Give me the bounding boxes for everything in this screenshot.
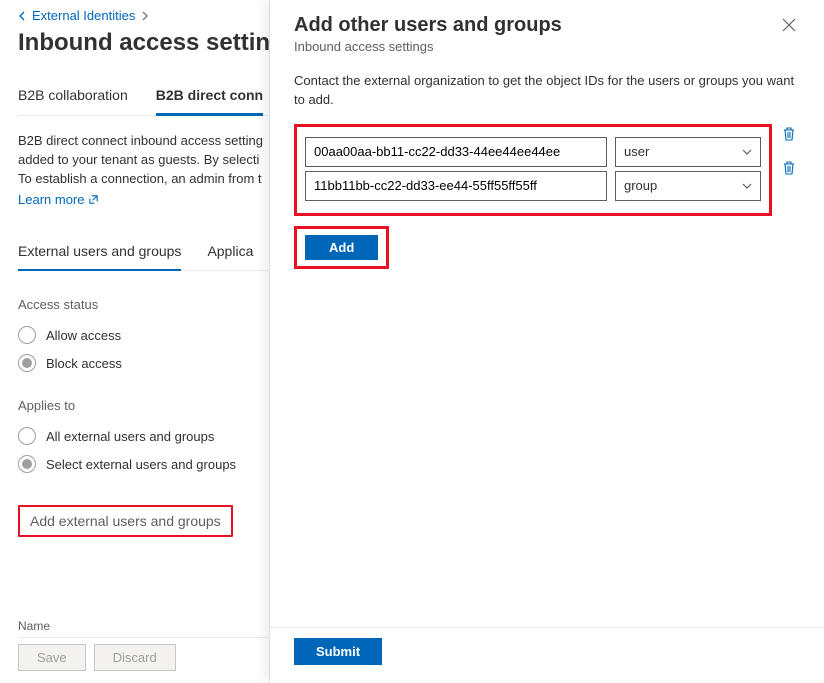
save-button[interactable]: Save [18, 644, 86, 671]
panel-footer: Submit [270, 627, 824, 683]
tab-b2b-direct-connect[interactable]: B2B direct conn [156, 79, 263, 116]
chevron-down-icon [742, 149, 752, 155]
radio-label: Allow access [46, 328, 121, 343]
radio-icon [18, 326, 36, 344]
panel-title: Add other users and groups [294, 14, 562, 37]
radio-icon [18, 354, 36, 372]
trash-icon [782, 160, 796, 176]
entry-row: group [305, 171, 761, 201]
type-select[interactable]: user [615, 137, 761, 167]
select-value: group [624, 178, 657, 193]
delete-row-button[interactable] [778, 122, 800, 146]
trash-icon [782, 126, 796, 142]
submit-button[interactable]: Submit [294, 638, 382, 665]
learn-more-label: Learn more [18, 191, 84, 210]
close-icon [782, 18, 796, 32]
close-button[interactable] [778, 14, 800, 36]
add-external-users-groups-link[interactable]: Add external users and groups [18, 505, 233, 537]
object-id-input[interactable] [305, 137, 607, 167]
chevron-down-icon [742, 183, 752, 189]
breadcrumb-parent-link[interactable]: External Identities [32, 8, 135, 23]
radio-icon [18, 455, 36, 473]
radio-label: Select external users and groups [46, 457, 236, 472]
object-id-input[interactable] [305, 171, 607, 201]
delete-row-button[interactable] [778, 156, 800, 180]
desc-line: To establish a connection, an admin from… [18, 171, 262, 186]
add-users-groups-panel: Add other users and groups Inbound acces… [269, 0, 824, 683]
chevron-left-icon [18, 11, 26, 21]
subtab-external-users-groups[interactable]: External users and groups [18, 237, 181, 271]
desc-line: added to your tenant as guests. By selec… [18, 152, 259, 167]
add-button[interactable]: Add [305, 235, 378, 260]
panel-subtitle: Inbound access settings [294, 39, 562, 54]
add-button-highlight: Add [294, 226, 389, 269]
type-select[interactable]: group [615, 171, 761, 201]
chevron-right-icon [141, 11, 149, 21]
select-value: user [624, 144, 649, 159]
desc-line: B2B direct connect inbound access settin… [18, 133, 263, 148]
radio-label: All external users and groups [46, 429, 214, 444]
panel-description: Contact the external organization to get… [294, 72, 800, 110]
learn-more-link[interactable]: Learn more [18, 191, 99, 210]
external-link-icon [88, 194, 99, 205]
rows-highlight: user group [294, 124, 772, 216]
radio-icon [18, 427, 36, 445]
radio-label: Block access [46, 356, 122, 371]
discard-button[interactable]: Discard [94, 644, 176, 671]
tab-b2b-collaboration[interactable]: B2B collaboration [18, 79, 128, 115]
subtab-applications[interactable]: Applica [207, 237, 253, 270]
entry-row: user [305, 137, 761, 167]
